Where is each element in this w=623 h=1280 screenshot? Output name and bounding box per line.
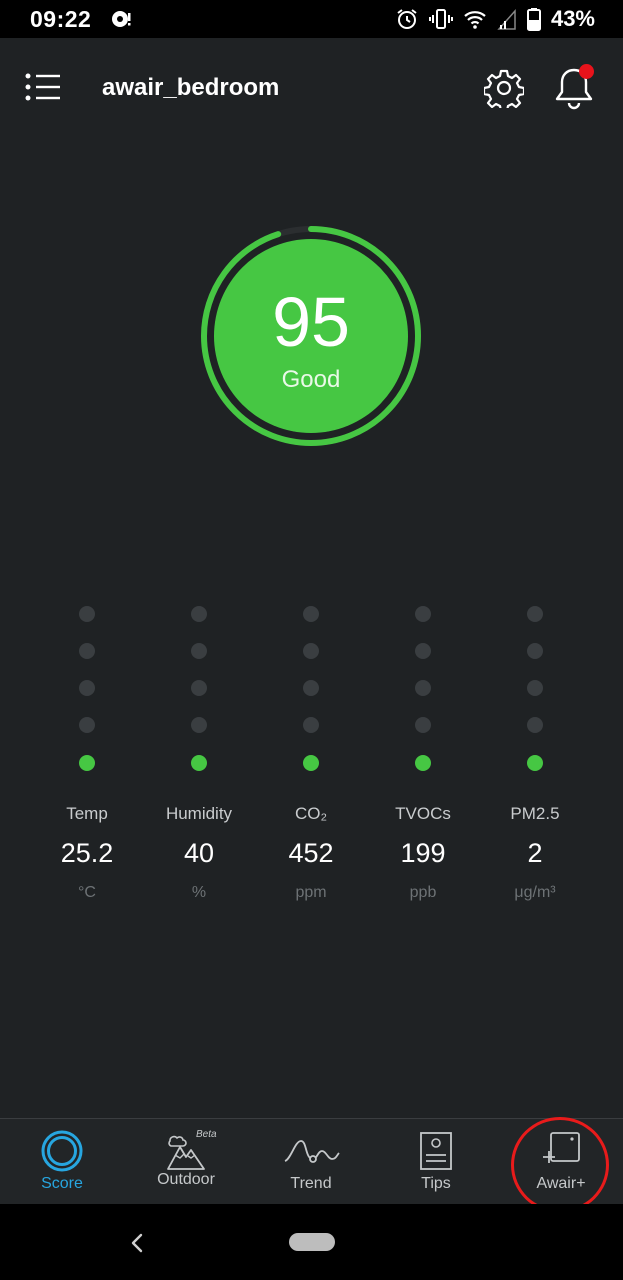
nav-label: Tips — [421, 1175, 451, 1192]
signal-icon — [497, 9, 516, 30]
score-ring-icon — [41, 1130, 83, 1172]
level-dot — [415, 643, 431, 659]
level-dot — [415, 755, 431, 771]
level-dot — [415, 606, 431, 622]
level-dot — [303, 755, 319, 771]
score-value: 95 — [272, 283, 350, 361]
notification-app-icon — [112, 11, 131, 27]
level-dot — [527, 606, 543, 622]
level-dot — [79, 755, 95, 771]
level-dot — [527, 643, 543, 659]
alarm-icon — [397, 9, 417, 29]
air-score[interactable]: 95 Good — [199, 224, 423, 448]
sensor-value: 452 — [288, 838, 334, 868]
level-dot — [79, 680, 95, 696]
wave-icon — [284, 1140, 340, 1163]
level-dot — [303, 717, 319, 733]
score-label: Good — [281, 366, 341, 393]
sensor-value: 25.2 — [60, 838, 114, 868]
level-dot — [79, 606, 95, 622]
vibrate-icon — [428, 9, 453, 29]
sensor-level-dots — [255, 598, 367, 778]
sensor-unit: μg/m³ — [514, 884, 556, 901]
notifications-button[interactable] — [553, 64, 595, 110]
level-dot — [191, 680, 207, 696]
sensor-level-dots — [143, 598, 255, 778]
bottom-nav: Score Beta Outdoor Trend Tips Awair+ — [0, 1118, 623, 1204]
sensor-level-dots — [479, 598, 591, 778]
wifi-icon — [464, 11, 486, 29]
level-dot — [527, 755, 543, 771]
level-dot — [191, 717, 207, 733]
level-dot — [303, 680, 319, 696]
system-nav-bar — [0, 1204, 623, 1280]
sensor-temp[interactable]: Temp 25.2 °C — [31, 598, 143, 901]
back-chevron-icon[interactable] — [124, 1230, 150, 1256]
document-icon — [420, 1132, 452, 1170]
nav-label: Outdoor — [157, 1171, 215, 1188]
sensor-pm25[interactable]: PM2.5 2 μg/m³ — [479, 598, 591, 901]
status-time: 09:22 — [30, 6, 92, 32]
nav-label: Score — [41, 1175, 83, 1192]
level-dot — [191, 643, 207, 659]
level-dot — [79, 643, 95, 659]
sensor-name: TVOCs — [395, 804, 451, 823]
sensor-unit: °C — [78, 884, 96, 901]
add-device-icon — [543, 1132, 580, 1163]
sensor-name: CO₂ — [294, 804, 328, 823]
sensor-value: 199 — [400, 838, 446, 868]
level-dot — [415, 680, 431, 696]
sensor-unit: ppb — [409, 884, 437, 901]
nav-tips[interactable]: Tips — [374, 1119, 498, 1205]
level-dot — [527, 717, 543, 733]
sensor-unit: ppm — [295, 884, 327, 901]
sensor-readings: Temp 25.2 °C Humidity 40 % CO₂ 452 ppm T… — [0, 598, 623, 918]
level-dot — [415, 717, 431, 733]
battery-icon — [526, 8, 541, 31]
level-dot — [79, 717, 95, 733]
home-pill[interactable] — [289, 1233, 335, 1251]
sensor-value: 2 — [527, 838, 543, 868]
battery-percent: 43% — [550, 6, 595, 31]
beta-badge: Beta — [196, 1129, 217, 1140]
menu-list-icon[interactable] — [24, 72, 62, 102]
nav-label: Trend — [290, 1175, 332, 1192]
status-icons: 43% — [395, 5, 595, 33]
nav-score[interactable]: Score — [0, 1119, 124, 1205]
sensor-humidity[interactable]: Humidity 40 % — [143, 598, 255, 901]
level-dot — [191, 755, 207, 771]
level-dot — [303, 643, 319, 659]
status-bar: 09:22 43% — [0, 0, 623, 38]
sensor-name: Temp — [66, 804, 108, 823]
sensor-co2[interactable]: CO₂ 452 ppm — [255, 598, 367, 901]
sensor-value: 40 — [183, 838, 215, 868]
level-dot — [191, 606, 207, 622]
nav-label: Awair+ — [536, 1175, 586, 1192]
nav-awair-plus[interactable]: Awair+ — [499, 1119, 623, 1205]
level-dot — [303, 606, 319, 622]
notification-badge — [579, 64, 594, 79]
sensor-name: Humidity — [165, 804, 233, 823]
sensor-level-dots — [31, 598, 143, 778]
nav-outdoor[interactable]: Beta Outdoor — [124, 1119, 248, 1205]
app-bar: awair_bedroom — [0, 38, 623, 138]
sensor-name: PM2.5 — [510, 804, 560, 823]
gear-icon[interactable] — [484, 68, 524, 108]
sensor-unit: % — [191, 884, 207, 901]
sensor-tvocs[interactable]: TVOCs 199 ppb — [367, 598, 479, 901]
device-name-title[interactable]: awair_bedroom — [102, 74, 279, 102]
level-dot — [527, 680, 543, 696]
sensor-level-dots — [367, 598, 479, 778]
nav-trend[interactable]: Trend — [249, 1119, 373, 1205]
